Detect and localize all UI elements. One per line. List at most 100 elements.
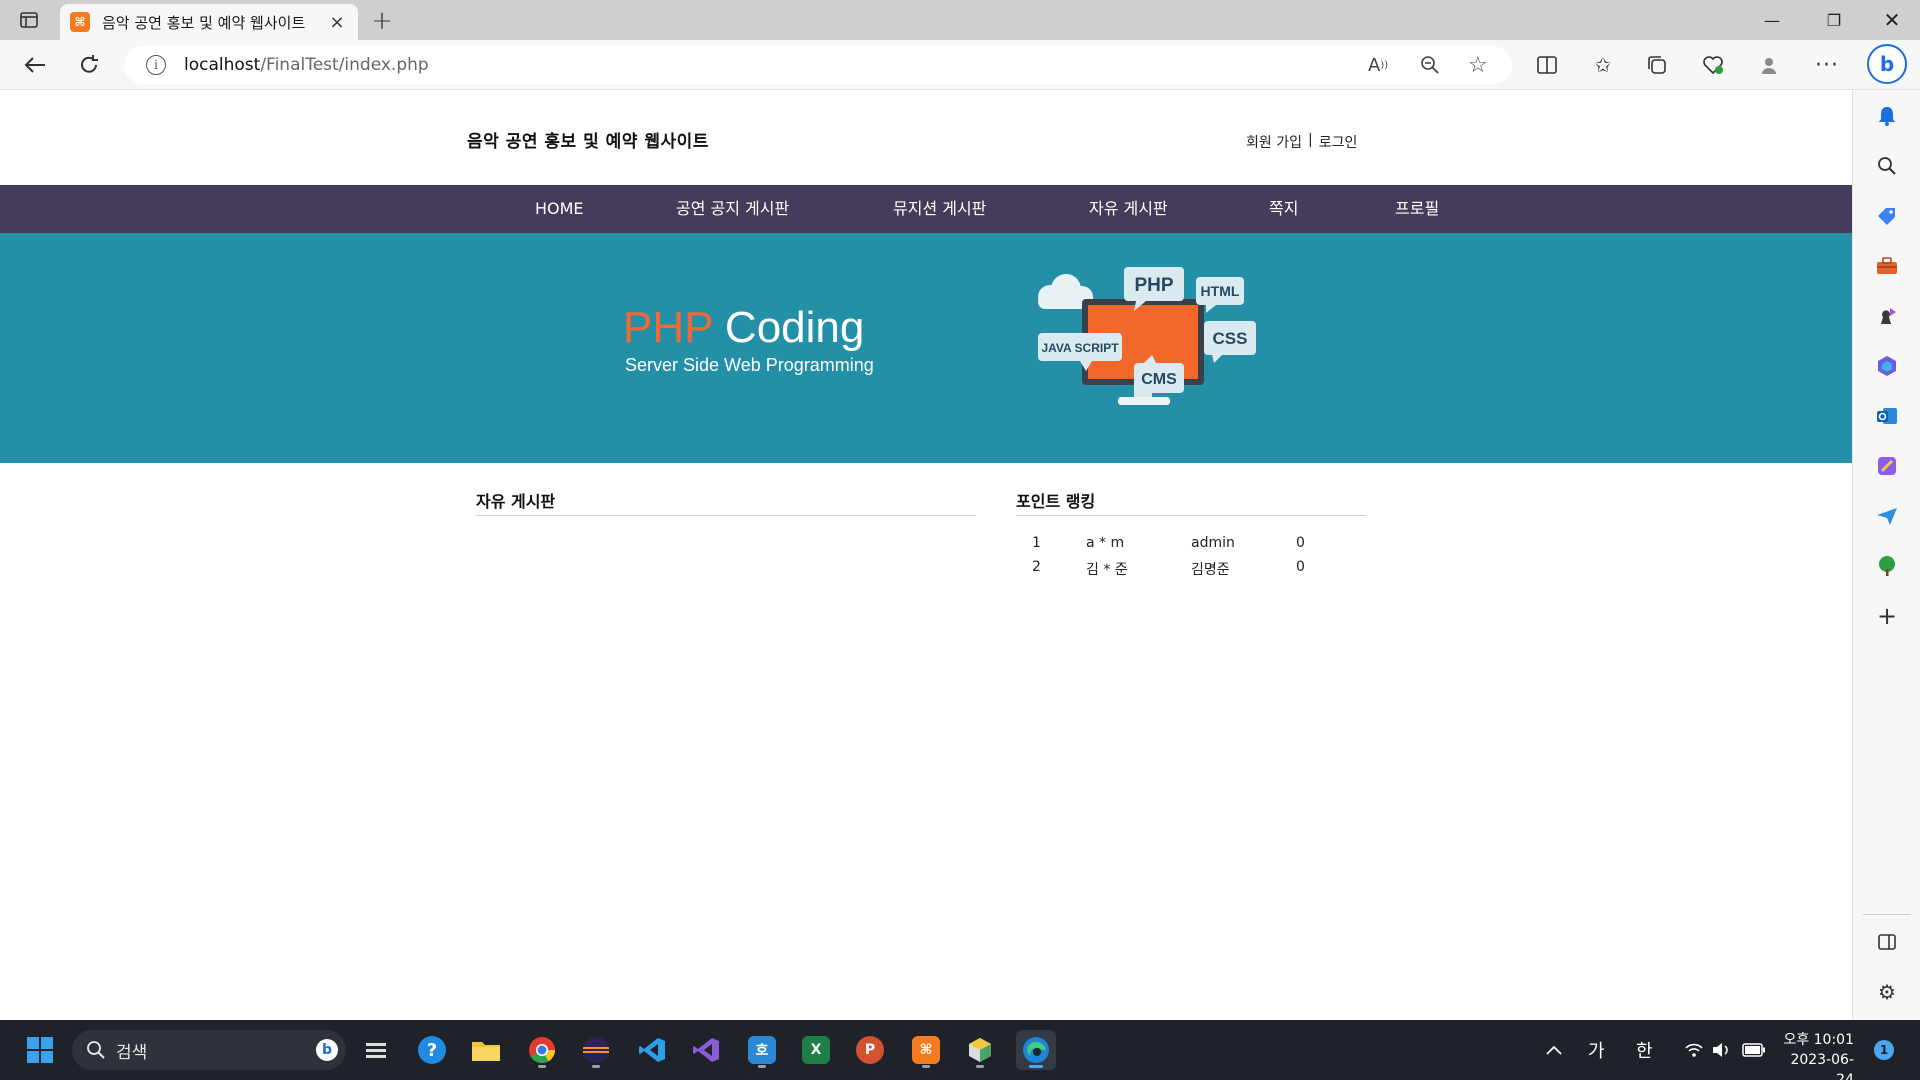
- show-hidden-icons[interactable]: [1546, 1020, 1562, 1080]
- close-tab-icon[interactable]: ×: [326, 12, 348, 33]
- back-arrow-icon: [24, 57, 45, 73]
- close-window-button[interactable]: ✕: [1864, 0, 1920, 40]
- profile-avatar-icon[interactable]: [1752, 48, 1786, 82]
- notification-badge[interactable]: 1: [1874, 1040, 1894, 1060]
- tab-actions-button[interactable]: [14, 8, 44, 32]
- read-aloud-icon[interactable]: A)): [1368, 46, 1388, 84]
- tree-icon[interactable]: [1873, 552, 1901, 580]
- sidebar-settings-gear-icon[interactable]: ⚙: [1873, 978, 1901, 1006]
- zoom-out-icon[interactable]: [1420, 46, 1440, 84]
- tab-actions-icon: [20, 12, 38, 28]
- ime-language[interactable]: 한: [1636, 1020, 1653, 1080]
- address-bar[interactable]: i localhost/FinalTest/index.php A)) ☆: [124, 46, 1512, 84]
- hide-sidebar-icon[interactable]: [1873, 928, 1901, 956]
- signup-link[interactable]: 회원 가입: [1246, 132, 1302, 152]
- menu-item-messages[interactable]: 쪽지: [1269, 185, 1298, 233]
- menu-item-profile[interactable]: 프로필: [1395, 185, 1439, 233]
- menu-item-concert-notice[interactable]: 공연 공지 게시판: [676, 185, 789, 233]
- visual-studio-icon: [693, 1038, 719, 1062]
- running-indicator: [538, 1065, 546, 1068]
- rank-number: 2: [1032, 559, 1041, 575]
- rank-points: 0: [1296, 559, 1305, 575]
- send-drop-icon[interactable]: [1873, 502, 1901, 530]
- taskbar-help[interactable]: ?: [412, 1030, 452, 1070]
- login-link[interactable]: 로그인: [1319, 132, 1358, 152]
- back-button[interactable]: [18, 48, 52, 82]
- collections-icon[interactable]: [1640, 48, 1674, 82]
- taskbar-3d-app[interactable]: [960, 1030, 1000, 1070]
- ime-mode[interactable]: 가: [1588, 1020, 1605, 1080]
- free-board-heading[interactable]: 자유 게시판: [476, 488, 555, 512]
- browser-essentials-icon[interactable]: [1696, 48, 1730, 82]
- wifi-icon[interactable]: [1684, 1020, 1704, 1080]
- taskbar-edge[interactable]: [1016, 1030, 1056, 1070]
- start-button[interactable]: [20, 1030, 60, 1070]
- url-path: /FinalTest/index.php: [260, 55, 429, 75]
- menu-item-home[interactable]: HOME: [535, 185, 584, 233]
- refresh-button[interactable]: [72, 48, 106, 82]
- browser-tab[interactable]: ⌘ 음악 공연 홍보 및 예약 웹사이트 ×: [60, 4, 358, 40]
- notifications-bell-icon[interactable]: [1873, 102, 1901, 130]
- taskbar-task-view[interactable]: [356, 1030, 396, 1070]
- rank-points: 0: [1296, 535, 1305, 551]
- hero-php-text: PHP: [623, 303, 713, 352]
- bing-icon[interactable]: b: [316, 1039, 338, 1061]
- free-board-divider: [476, 515, 976, 516]
- taskbar-eclipse[interactable]: [576, 1030, 616, 1070]
- more-options-icon[interactable]: ···: [1810, 48, 1844, 82]
- browser-toolbar: i localhost/FinalTest/index.php A)) ☆ ✩ …: [0, 40, 1920, 90]
- excel-icon: X: [802, 1036, 830, 1064]
- add-sidebar-app-icon[interactable]: +: [1873, 602, 1901, 630]
- outlook-icon[interactable]: [1873, 402, 1901, 430]
- eclipse-icon: [583, 1037, 609, 1063]
- hancom-icon: 호: [748, 1036, 776, 1064]
- running-indicator: [592, 1065, 600, 1068]
- rank-number: 1: [1032, 535, 1041, 551]
- rank-masked-name: 김 * 준: [1086, 562, 1128, 578]
- clock[interactable]: 오후 10:01 2023-06-24: [1774, 1030, 1854, 1080]
- menu-item-musician-board[interactable]: 뮤지션 게시판: [893, 185, 986, 233]
- favorite-star-icon[interactable]: ☆: [1468, 46, 1488, 84]
- bing-chat-icon[interactable]: b: [1867, 44, 1907, 84]
- windows-taskbar: 검색 b ? 호 X P ⌘ 가 한 오후 10:01 2023-06-24 1: [0, 1020, 1920, 1080]
- split-screen-icon[interactable]: [1530, 48, 1564, 82]
- menu-item-free-board[interactable]: 자유 게시판: [1089, 185, 1168, 233]
- ranking-divider: [1016, 515, 1366, 516]
- new-tab-button[interactable]: +: [368, 6, 396, 36]
- refresh-icon: [81, 55, 98, 73]
- minimize-button[interactable]: —: [1744, 0, 1800, 40]
- taskbar-powerpoint[interactable]: P: [850, 1030, 890, 1070]
- hero-banner: PHP Coding Server Side Web Programming P…: [0, 233, 1852, 463]
- taskbar-excel[interactable]: X: [796, 1030, 836, 1070]
- search-icon[interactable]: [1873, 152, 1901, 180]
- taskbar-vscode[interactable]: [632, 1030, 672, 1070]
- chrome-icon: [529, 1037, 556, 1064]
- battery-icon[interactable]: [1742, 1020, 1766, 1080]
- games-icon[interactable]: [1873, 302, 1901, 330]
- svg-text:CSS: CSS: [1213, 329, 1248, 348]
- shopping-tag-icon[interactable]: [1873, 202, 1901, 230]
- hero-coding-text: Coding: [724, 303, 865, 352]
- restore-button[interactable]: ❐: [1806, 0, 1862, 40]
- taskbar-file-explorer[interactable]: [466, 1030, 506, 1070]
- svg-text:CMS: CMS: [1141, 371, 1177, 388]
- site-title[interactable]: 음악 공연 홍보 및 예약 웹사이트: [467, 127, 709, 152]
- tools-toolbox-icon[interactable]: [1873, 252, 1901, 280]
- search-placeholder: 검색: [116, 1042, 148, 1063]
- running-indicator: [976, 1065, 984, 1068]
- taskbar-xampp[interactable]: ⌘: [906, 1030, 946, 1070]
- taskbar-chrome[interactable]: [522, 1030, 562, 1070]
- microsoft-365-icon[interactable]: [1873, 352, 1901, 380]
- vscode-icon: [639, 1038, 665, 1062]
- site-info-icon[interactable]: i: [146, 55, 166, 75]
- volume-icon[interactable]: [1712, 1020, 1732, 1080]
- designer-icon[interactable]: [1873, 452, 1901, 480]
- folder-icon: [472, 1042, 500, 1061]
- svg-text:HTML: HTML: [1201, 283, 1240, 299]
- hero-subtitle: Server Side Web Programming: [625, 355, 874, 375]
- taskbar-visual-studio[interactable]: [686, 1030, 726, 1070]
- taskbar-hancom[interactable]: 호: [742, 1030, 782, 1070]
- task-view-icon: [366, 1043, 386, 1058]
- taskbar-search[interactable]: 검색 b: [72, 1030, 346, 1070]
- favorites-icon[interactable]: ✩: [1586, 48, 1620, 82]
